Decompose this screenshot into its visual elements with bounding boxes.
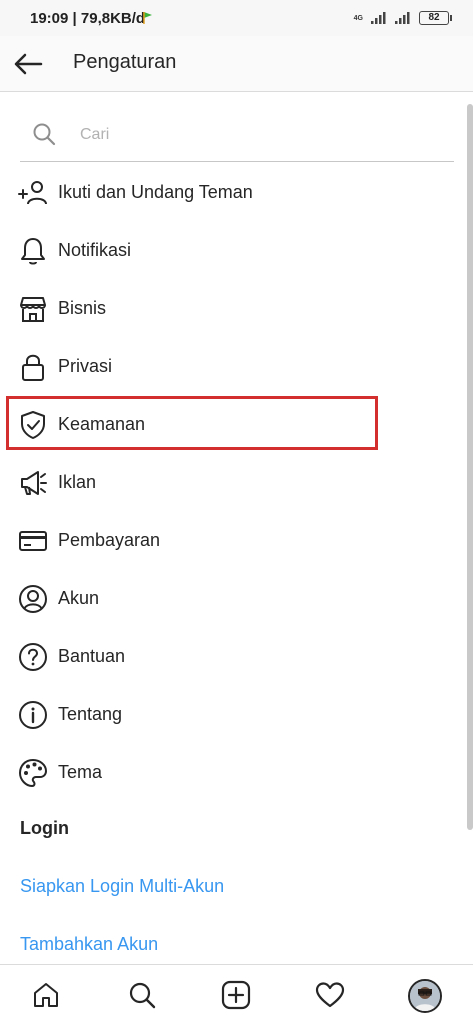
search-icon <box>33 123 56 146</box>
menu-item-theme[interactable]: Tema <box>0 744 466 802</box>
menu-item-label: Akun <box>58 588 100 608</box>
shield-check-icon <box>18 410 48 440</box>
scrollbar[interactable] <box>467 104 473 830</box>
search-icon <box>129 982 156 1009</box>
add-person-icon <box>18 178 48 208</box>
megaphone-icon <box>18 468 48 498</box>
settings-menu: Ikuti dan Undang Teman Notifikasi Bisnis <box>0 164 466 802</box>
login-section-title: Login <box>20 818 69 838</box>
signal-icon-2 <box>395 12 410 24</box>
nav-home-button[interactable] <box>30 979 62 1011</box>
menu-item-account[interactable]: Akun <box>0 570 466 628</box>
multi-account-login-link[interactable]: Siapkan Login Multi-Akun <box>20 876 224 897</box>
nav-activity-button[interactable] <box>314 979 346 1011</box>
back-arrow-icon <box>14 53 43 75</box>
signal-icon <box>371 12 386 24</box>
lock-icon <box>18 352 48 382</box>
menu-item-label: Privasi <box>58 356 113 376</box>
search-input[interactable] <box>80 121 420 149</box>
avatar-image <box>410 981 440 1011</box>
help-icon <box>18 642 48 672</box>
page-title: Pengaturan <box>73 51 177 73</box>
nav-search-button[interactable] <box>126 979 158 1011</box>
bottom-navigation <box>0 964 473 1024</box>
search-bar <box>20 108 454 162</box>
nav-create-button[interactable] <box>220 979 252 1011</box>
menu-item-ads[interactable]: Iklan <box>0 454 466 512</box>
menu-item-security[interactable]: Keamanan <box>0 396 466 454</box>
back-button[interactable] <box>10 48 46 80</box>
activity-heart-icon <box>315 982 345 1008</box>
menu-item-about[interactable]: Tentang <box>0 686 466 744</box>
menu-item-notifications[interactable]: Notifikasi <box>0 222 466 280</box>
notification-app-icon <box>143 12 152 24</box>
home-icon <box>34 983 58 1007</box>
network-type: 4G <box>353 14 363 22</box>
menu-item-label: Bisnis <box>58 298 107 318</box>
profile-avatar[interactable] <box>408 979 442 1013</box>
menu-item-label: Iklan <box>58 472 97 492</box>
menu-item-payments[interactable]: Pembayaran <box>0 512 466 570</box>
menu-item-label: Tema <box>58 762 103 782</box>
menu-item-label: Keamanan <box>58 414 146 434</box>
menu-item-label: Notifikasi <box>58 240 132 260</box>
add-account-link[interactable]: Tambahkan Akun <box>20 934 158 955</box>
shop-icon <box>18 294 48 324</box>
credit-card-icon <box>18 526 48 556</box>
menu-item-follow-invite[interactable]: Ikuti dan Undang Teman <box>0 164 466 222</box>
menu-item-label: Ikuti dan Undang Teman <box>58 182 253 202</box>
palette-icon <box>18 758 48 788</box>
menu-item-label: Tentang <box>58 704 123 724</box>
info-icon <box>18 700 48 730</box>
status-bar: 19:09 | 79,8KB/d 4G 82 <box>0 0 473 36</box>
menu-item-label: Bantuan <box>58 646 126 666</box>
menu-item-privacy[interactable]: Privasi <box>0 338 466 396</box>
account-circle-icon <box>18 584 48 614</box>
bell-icon <box>18 236 48 266</box>
status-icons: 4G 82 <box>353 10 452 26</box>
menu-item-business[interactable]: Bisnis <box>0 280 466 338</box>
menu-item-label: Pembayaran <box>58 530 161 550</box>
create-post-icon <box>221 980 251 1010</box>
status-time: 19:09 | 79,8KB/d <box>30 10 146 27</box>
menu-item-help[interactable]: Bantuan <box>0 628 466 686</box>
battery-indicator: 82 <box>419 11 452 25</box>
app-bar: Pengaturan <box>0 36 473 92</box>
